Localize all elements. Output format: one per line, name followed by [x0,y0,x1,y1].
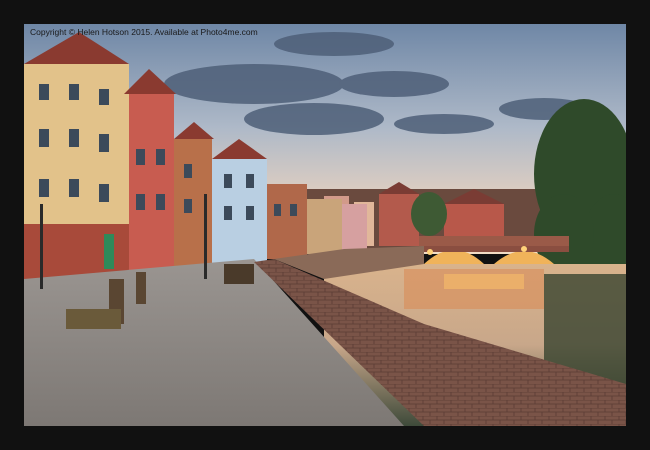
riverside-photo: Copyright © Helen Hotson 2015. Available… [24,24,626,426]
picture-frame: Copyright © Helen Hotson 2015. Available… [0,0,650,450]
bridge [419,236,569,264]
copyright-watermark: Copyright © Helen Hotson 2015. Available… [30,27,258,37]
